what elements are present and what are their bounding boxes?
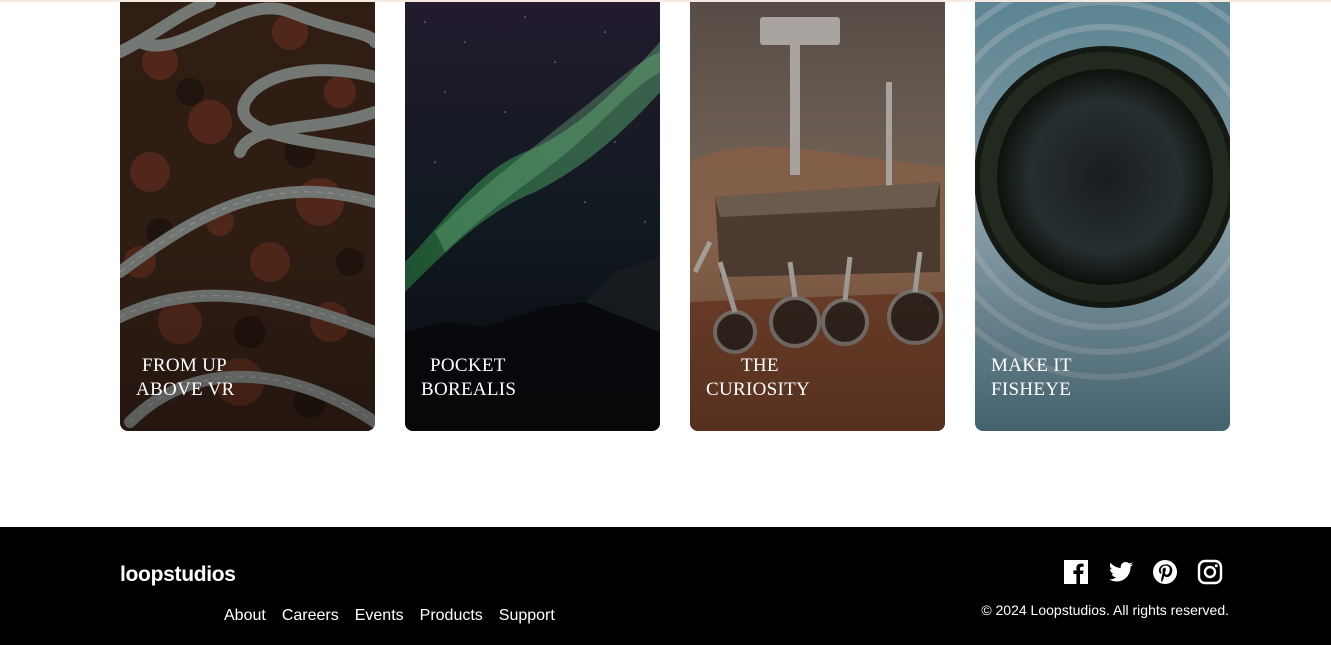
footer-nav-careers[interactable]: Careers [282,606,339,626]
creation-card-the-curiosity[interactable]: THE CURIOSITY [690,2,945,431]
copyright-text: © 2024 Loopstudios. All rights reserved. [981,602,1229,618]
card-title: FROM UP ABOVE VR [136,355,235,400]
creation-card-pocket-borealis[interactable]: POCKET BOREALIS [405,2,660,431]
creation-card-make-it-fisheye[interactable]: MAKE IT FISHEYE [975,2,1230,431]
footer-nav-about[interactable]: About [224,606,266,626]
site-footer: loopstudios About Careers Events Product… [0,527,1331,645]
instagram-icon[interactable] [1197,559,1223,585]
creations-grid: FROM UP ABOVE VR POCKET BOREALIS THE CUR… [0,0,1331,440]
twitter-icon[interactable] [1108,559,1134,585]
creation-card-from-up-above-vr[interactable]: FROM UP ABOVE VR [120,2,375,431]
card-title: POCKET BOREALIS [421,355,517,400]
footer-logo[interactable]: loopstudios [120,563,236,587]
facebook-icon[interactable] [1063,559,1089,585]
pinterest-icon[interactable] [1152,559,1178,585]
social-links [1063,559,1223,585]
card-title: THE CURIOSITY [706,355,811,400]
footer-nav-events[interactable]: Events [355,606,404,626]
footer-nav-products[interactable]: Products [420,606,483,626]
footer-nav-support[interactable]: Support [499,606,555,626]
footer-nav: About Careers Events Products Support [224,606,555,626]
card-title: MAKE IT FISHEYE [991,355,1072,400]
